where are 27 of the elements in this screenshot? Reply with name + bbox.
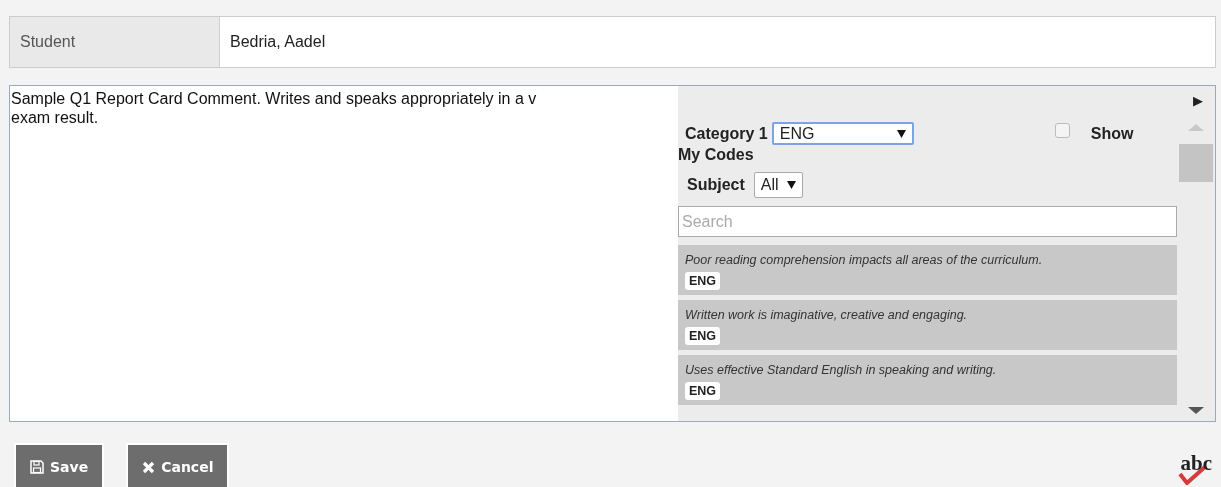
student-label: Student [10,17,220,67]
comment-option-text: Poor reading comprehension impacts all areas of the curriculum. [685,253,1044,267]
comment-option[interactable]: Written work is imaginative, creative and engaging. ENG [678,300,1177,350]
show-label: Show [1090,124,1134,143]
search-field[interactable]: Search [678,206,1177,237]
category-tag: ENG [685,327,721,345]
save-button[interactable]: Save [14,443,105,487]
category-dropdown[interactable]: ENG [771,122,914,145]
spellcheck-button[interactable]: abc [1180,451,1212,482]
cancel-button[interactable]: Cancel [126,443,230,487]
subject-label: Subject [687,176,745,194]
comment-option[interactable]: Poor reading comprehension impacts all areas of the curriculum. ENG [678,245,1177,295]
my-codes-label: My Codes [678,146,755,164]
comment-option-text: Written work is imaginative, creative and engaging. [685,308,969,322]
show-my-codes-checkbox[interactable] [1054,123,1070,138]
category-tag: ENG [685,272,721,290]
expand-arrow-icon[interactable]: ▶ [1193,92,1203,108]
comment-option[interactable]: Uses effective Standard English in speaking and writing. ENG [678,355,1177,405]
student-name: Bedria, Aadel [229,32,326,52]
close-icon [142,460,156,474]
dropdown-caret-icon [786,181,796,189]
dropdown-caret-icon [896,129,906,138]
comment-option-text: Uses effective Standard English in speaking and writing. [685,363,998,377]
category-tag: ENG [685,382,721,400]
category-label: Category 1 [685,124,768,143]
scroll-thumb[interactable] [1179,144,1213,182]
subject-dropdown[interactable]: All [753,172,803,198]
